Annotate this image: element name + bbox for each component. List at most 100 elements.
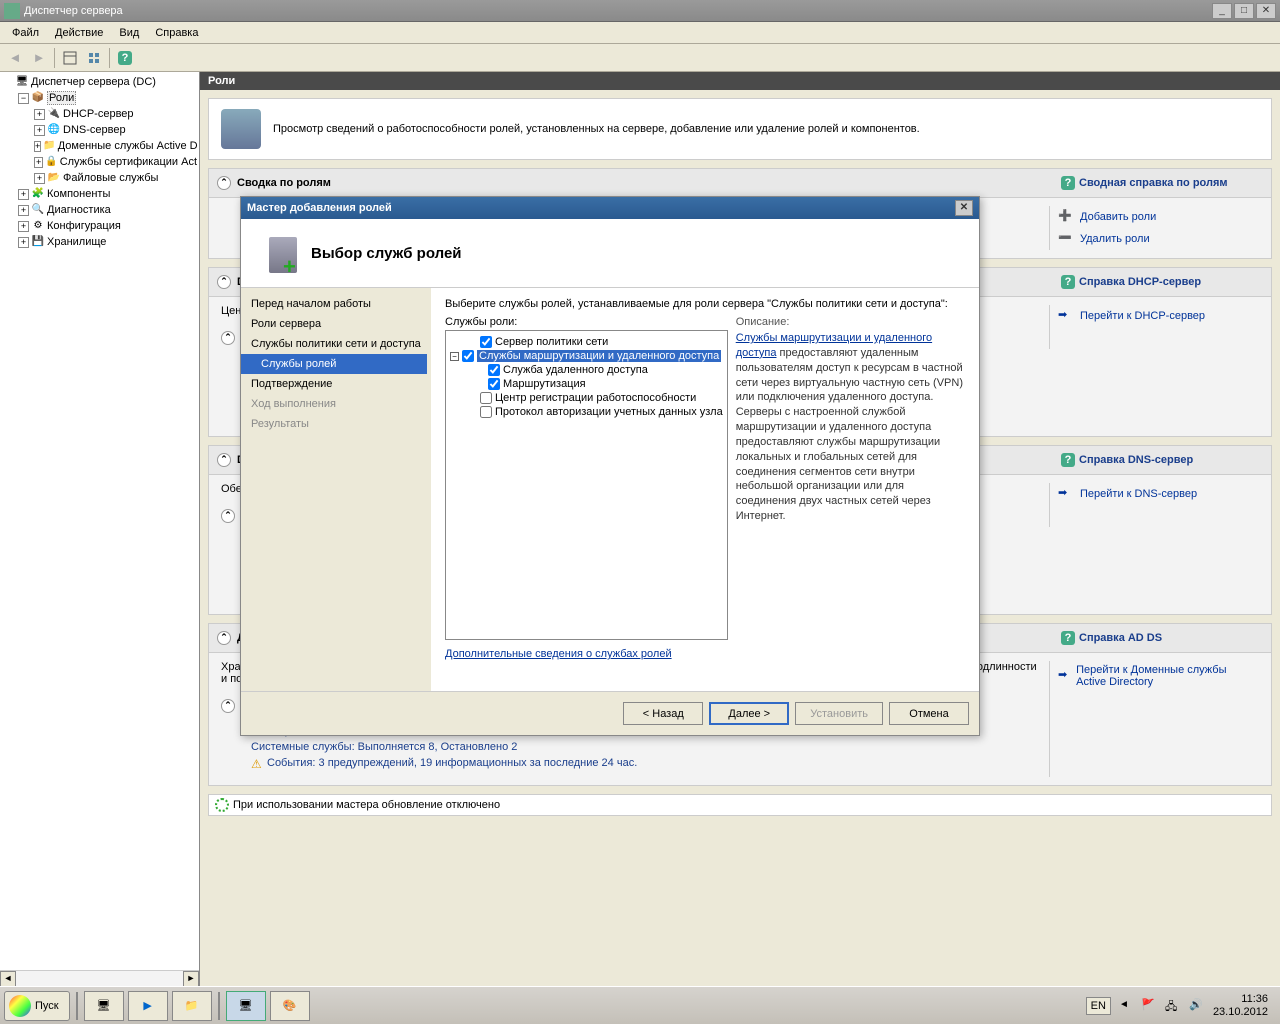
menu-help[interactable]: Справка [147,25,206,41]
forward-button[interactable]: ► [28,47,50,69]
tray-flag-icon[interactable]: 🚩 [1141,998,1157,1014]
windows-orb-icon [9,995,31,1017]
add-roles-link[interactable]: ➕Добавить роли [1050,206,1259,228]
status-strip: При использовании мастера обновление отк… [208,794,1272,816]
task-paint[interactable]: 🎨 [270,991,310,1021]
help-link[interactable]: Справка DNS-сервер [1079,454,1193,466]
goto-dns-link[interactable]: ➡Перейти к DNS-сервер [1050,483,1259,505]
tree-cert[interactable]: +🔒Службы сертификации Act [34,154,197,170]
task-explorer[interactable]: 🖥 [84,991,124,1021]
roles-label: Службы роли: [445,316,728,328]
help-link[interactable]: Сводная справка по ролям [1079,177,1228,189]
tray-sound-icon[interactable]: 🔊 [1189,998,1205,1014]
collapse-icon[interactable]: ⌃ [221,509,235,523]
language-indicator[interactable]: EN [1086,997,1111,1015]
wizard-instruction: Выберите службы ролей, устанавливаемые д… [445,298,965,310]
window-title: Диспетчер сервера [24,5,1212,17]
tree-roles[interactable]: −📦 Роли [18,90,197,106]
clock[interactable]: 11:36 23.10.2012 [1213,993,1268,1018]
tree-file[interactable]: +📂Файловые службы [34,170,197,186]
collapse-icon[interactable]: ⌃ [221,699,235,713]
task-powershell[interactable]: ▶ [128,991,168,1021]
nav-before-begin[interactable]: Перед началом работы [241,294,431,314]
menu-action[interactable]: Действие [47,25,111,41]
role-nps[interactable]: Сервер политики сети [450,335,723,349]
tree-components[interactable]: +🧩Компоненты [18,186,197,202]
wizard-close-button[interactable]: ✕ [955,200,973,216]
toolbar: ◄ ► ? [0,44,1280,72]
tray-expand-icon[interactable]: ◄ [1119,999,1133,1013]
status-events[interactable]: События: 3 предупреждений, 19 информацио… [251,755,1041,771]
collapse-icon[interactable]: ⌃ [217,631,231,645]
section-title: Сводка по ролям [237,177,1053,189]
minimize-button[interactable]: _ [1212,3,1232,19]
back-button[interactable]: ◄ [4,47,26,69]
help-link[interactable]: Справка DHCP-сервер [1079,276,1201,288]
toolbar-btn-2[interactable] [83,47,105,69]
install-button: Установить [795,702,883,725]
role-routing[interactable]: Маршрутизация [450,377,723,391]
wizard-heading: Выбор служб ролей [311,245,462,262]
system-tray: EN ◄ 🚩 🖧 🔊 11:36 23.10.2012 [1086,993,1276,1018]
role-ras[interactable]: Служба удаленного доступа [450,363,723,377]
collapse-icon[interactable]: ⌃ [217,176,231,190]
banner-text: Просмотр сведений о работоспособности ро… [273,123,920,135]
routing-checkbox[interactable] [488,378,500,390]
close-button[interactable]: ✕ [1256,3,1276,19]
goto-icon: ➡ [1058,668,1070,684]
nav-results: Результаты [241,414,431,434]
tree-dhcp[interactable]: +🔌DHCP-сервер [34,106,197,122]
back-button[interactable]: < Назад [623,702,703,725]
menu-view[interactable]: Вид [111,25,147,41]
help-link[interactable]: Справка AD DS [1079,632,1162,644]
nav-role-services[interactable]: Службы ролей [241,354,427,374]
tree-config[interactable]: +⚙Конфигурация [18,218,197,234]
remove-roles-link[interactable]: ➖Удалить роли [1050,228,1259,250]
start-button[interactable]: Пуск [4,991,70,1021]
tree-hscrollbar[interactable]: ◄► [0,970,199,986]
help-icon: ? [1061,176,1075,190]
collapse-icon[interactable]: ⌃ [217,453,231,467]
info-banner: Просмотр сведений о работоспособности ро… [208,98,1272,160]
more-info-link[interactable]: Дополнительные сведения о службах ролей [445,648,728,660]
tree-diag[interactable]: +🔍Диагностика [18,202,197,218]
navigation-tree[interactable]: 🖥 Диспетчер сервера (DC) −📦 Роли +🔌DHCP-… [0,72,200,970]
toolbar-btn-1[interactable] [59,47,81,69]
tree-root[interactable]: 🖥 Диспетчер сервера (DC) [2,74,197,90]
collapse-icon[interactable]: − [450,352,459,361]
nav-nap[interactable]: Службы политики сети и доступа [241,334,431,354]
rras-checkbox[interactable] [462,350,474,362]
tree-adds[interactable]: +📁Доменные службы Active D [34,138,197,154]
nav-confirm[interactable]: Подтверждение [241,374,431,394]
wizard-titlebar[interactable]: Мастер добавления ролей ✕ [241,197,979,219]
help-icon: ? [1061,631,1075,645]
role-hcap[interactable]: Протокол авторизации учетных данных узла [450,405,723,419]
nps-checkbox[interactable] [480,336,492,348]
ras-checkbox[interactable] [488,364,500,376]
next-button[interactable]: Далее > [709,702,789,725]
help-button[interactable]: ? [114,47,136,69]
nav-server-roles[interactable]: Роли сервера [241,314,431,334]
tree-dns[interactable]: +🌐DNS-сервер [34,122,197,138]
role-hra[interactable]: Центр регистрации работоспособности [450,391,723,405]
collapse-icon[interactable]: ⌃ [221,331,235,345]
goto-dhcp-link[interactable]: ➡Перейти к DHCP-сервер [1050,305,1259,327]
start-label: Пуск [35,1000,59,1012]
status-services[interactable]: Системные службы: Выполняется 8, Останов… [251,739,1041,755]
role-services-tree[interactable]: Сервер политики сети −Службы маршрутизац… [445,330,728,640]
task-folder[interactable]: 📁 [172,991,212,1021]
collapse-icon[interactable]: − [18,93,29,104]
role-rras[interactable]: −Службы маршрутизации и удаленного досту… [450,349,723,363]
hra-checkbox[interactable] [480,392,492,404]
collapse-icon[interactable]: ⌃ [217,275,231,289]
task-server-manager[interactable]: 🖥 [226,991,266,1021]
goto-adds-link[interactable]: ➡Перейти к Доменные службы Active Direct… [1050,661,1259,691]
hcap-checkbox[interactable] [480,406,492,418]
add-icon: ➕ [1058,209,1074,225]
cancel-button[interactable]: Отмена [889,702,969,725]
maximize-button[interactable]: □ [1234,3,1254,19]
menu-file[interactable]: Файл [4,25,47,41]
tree-storage[interactable]: +💾Хранилище [18,234,197,250]
tray-network-icon[interactable]: 🖧 [1165,998,1181,1014]
spinner-icon [215,798,229,812]
